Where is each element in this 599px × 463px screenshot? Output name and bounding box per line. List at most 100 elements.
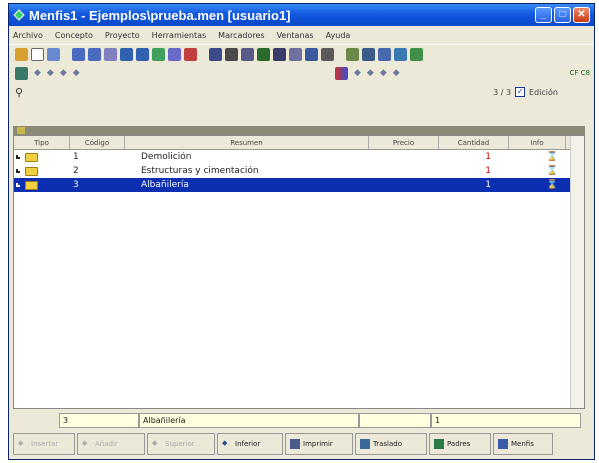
edicion-checkbox[interactable]: ✓: [515, 87, 526, 97]
padres-button[interactable]: Padres: [429, 433, 491, 455]
table-row-selected[interactable]: 3 Albañilería 1 ⌛: [14, 178, 584, 192]
cell-resumen: Estructuras y cimentación: [141, 166, 259, 176]
info-icon[interactable]: ⌛: [547, 166, 558, 176]
monitor-icon[interactable]: [394, 48, 407, 61]
paste-icon[interactable]: [88, 48, 101, 61]
edit-precio-field[interactable]: [359, 413, 431, 428]
cell-codigo: 1: [73, 152, 79, 162]
forward-arrow-icon[interactable]: ◆: [47, 68, 54, 78]
table-icon[interactable]: [209, 48, 222, 61]
anadir-label: Añadir: [95, 440, 118, 448]
calculator-icon[interactable]: [378, 48, 391, 61]
binoculars-icon[interactable]: ⚲: [15, 86, 23, 99]
new-document-icon[interactable]: [31, 48, 44, 61]
traslado-label: Traslado: [373, 440, 403, 448]
nav-back-icon[interactable]: ◆: [354, 68, 361, 78]
up-arrow-icon[interactable]: ◆: [60, 68, 67, 78]
info-icon[interactable]: ⌛: [547, 180, 558, 190]
cell-codigo: 3: [73, 180, 79, 190]
header-info[interactable]: Info: [509, 136, 566, 149]
nav-down-icon[interactable]: ◆: [393, 68, 400, 78]
traslado-button[interactable]: Traslado: [355, 433, 427, 455]
color-icon[interactable]: [335, 66, 348, 80]
table-row[interactable]: 1 Demolición 1 ⌛: [14, 150, 584, 164]
menfis-button[interactable]: Menfis: [493, 433, 553, 455]
open-icon[interactable]: [15, 48, 28, 61]
cut-icon[interactable]: [104, 48, 117, 61]
superior-label: Superior: [165, 440, 195, 448]
concepts-table: Tipo Código Resumen Precio Cantidad Info…: [13, 135, 585, 409]
window-icon[interactable]: [305, 48, 318, 61]
expand-arrow-icon[interactable]: [16, 169, 20, 173]
header-resumen[interactable]: Resumen: [125, 136, 369, 149]
cell-cantidad: 1: [485, 166, 491, 176]
folder-icon: [25, 152, 38, 162]
database-icon[interactable]: [362, 48, 375, 61]
save-icon[interactable]: [47, 48, 60, 61]
nav-up-icon[interactable]: ◆: [380, 68, 387, 78]
chart-icon[interactable]: [257, 48, 270, 61]
export-icon[interactable]: [410, 48, 423, 61]
flag-icon[interactable]: [184, 48, 197, 61]
edit-codigo-field[interactable]: 3: [59, 413, 139, 428]
menu-ayuda[interactable]: Ayuda: [326, 31, 351, 40]
title-bar[interactable]: Menfis1 - Ejemplos\prueba.men [usuario1]…: [9, 4, 594, 26]
menu-proyecto[interactable]: Proyecto: [105, 31, 140, 40]
header-codigo[interactable]: Código: [70, 136, 125, 149]
header-precio[interactable]: Precio: [369, 136, 439, 149]
copy-icon[interactable]: [72, 48, 85, 61]
vertical-scrollbar[interactable]: [570, 136, 584, 408]
minimize-button[interactable]: _: [535, 7, 552, 23]
edicion-label: Edición: [529, 87, 558, 97]
settings-icon[interactable]: [152, 48, 165, 61]
document-icon[interactable]: [168, 48, 181, 61]
grid-icon[interactable]: [273, 48, 286, 61]
anadir-button[interactable]: ◆ Añadir: [77, 433, 145, 455]
pager: 3 / 3 ✓ Edición: [493, 87, 558, 97]
inferior-label: Inferior: [235, 440, 261, 448]
expand-arrow-icon[interactable]: [16, 183, 20, 187]
tree-icon[interactable]: [15, 66, 28, 80]
up-icon: ◆: [152, 439, 158, 447]
edit-resumen-field[interactable]: Albañilería: [139, 413, 359, 428]
menu-archivo[interactable]: Archivo: [13, 31, 43, 40]
arrows-icon[interactable]: [225, 48, 238, 61]
info-icon[interactable]: ⌛: [547, 152, 558, 162]
edit-cantidad-field[interactable]: 1: [431, 413, 581, 428]
imprimir-label: Imprimir: [303, 440, 333, 448]
insertar-button[interactable]: ◆ Insertar: [13, 433, 75, 455]
import-icon[interactable]: [346, 48, 359, 61]
header-cantidad[interactable]: Cantidad: [439, 136, 509, 149]
nav-right-label[interactable]: CF C8: [570, 69, 590, 77]
cell-resumen: Albañilería: [141, 180, 189, 190]
superior-button[interactable]: ◆ Superior: [147, 433, 215, 455]
menu-herramientas[interactable]: Herramientas: [152, 31, 207, 40]
bottom-button-bar: ◆ Insertar ◆ Añadir ◆ Superior ◆ Inferio…: [13, 432, 553, 456]
close-button[interactable]: ✕: [573, 7, 590, 23]
inferior-button[interactable]: ◆ Inferior: [217, 433, 283, 455]
layers-icon[interactable]: [289, 48, 302, 61]
insert-icon: ◆: [18, 439, 24, 447]
navigation-bar: ◆ ◆ ◆ ◆ ◆ ◆ ◆ ◆ CF C8: [9, 64, 594, 82]
menfis-icon: [498, 439, 508, 449]
nav-forward-icon[interactable]: ◆: [367, 68, 374, 78]
imprimir-button[interactable]: Imprimir: [285, 433, 353, 455]
menu-ventanas[interactable]: Ventanas: [277, 31, 314, 40]
down-arrow-icon[interactable]: ◆: [73, 68, 80, 78]
maximize-button[interactable]: □: [554, 7, 571, 23]
transfer-icon: [360, 439, 370, 449]
tool-v2-icon[interactable]: [136, 48, 149, 61]
table-row[interactable]: 2 Estructuras y cimentación 1 ⌛: [14, 164, 584, 178]
menu-concepto[interactable]: Concepto: [55, 31, 93, 40]
back-arrow-icon[interactable]: ◆: [34, 68, 41, 78]
grid-mode-icon[interactable]: [17, 127, 25, 134]
tool-v-icon[interactable]: [120, 48, 133, 61]
printer-icon: [290, 439, 300, 449]
menu-bar: Archivo Concepto Proyecto Herramientas M…: [9, 26, 594, 44]
window-title: Menfis1 - Ejemplos\prueba.men [usuario1]: [29, 7, 291, 23]
print-icon[interactable]: [241, 48, 254, 61]
header-tipo[interactable]: Tipo: [14, 136, 70, 149]
expand-arrow-icon[interactable]: [16, 155, 20, 159]
bucket-icon[interactable]: [321, 48, 334, 61]
menu-marcadores[interactable]: Marcadores: [218, 31, 264, 40]
